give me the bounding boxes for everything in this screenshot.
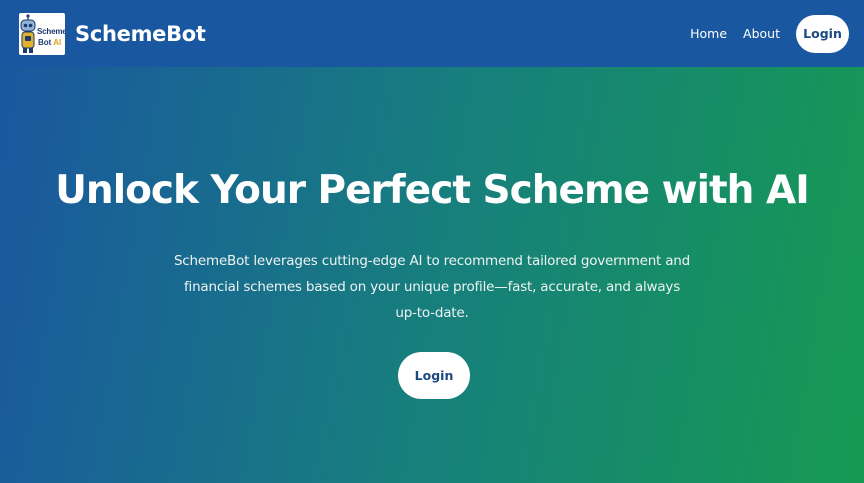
nav-menu: Home About Login <box>690 14 849 53</box>
nav-login-button[interactable]: Login <box>796 14 849 53</box>
navbar: Scheme Bot AI SchemeBot Home About Login <box>0 0 864 67</box>
hero-description: SchemeBot leverages cutting-edge AI to r… <box>173 253 691 321</box>
brand-name[interactable]: SchemeBot <box>75 22 206 46</box>
hero-section: Unlock Your Perfect Scheme with AI Schem… <box>0 67 864 483</box>
hero-title: Unlock Your Perfect Scheme with AI <box>55 168 809 213</box>
logo-text-scheme: Scheme <box>37 26 65 36</box>
nav-link-home[interactable]: Home <box>690 26 727 41</box>
logo-text-bot: Bot AI <box>38 38 61 47</box>
hero-login-button[interactable]: Login <box>398 352 470 399</box>
nav-link-about[interactable]: About <box>743 26 780 41</box>
logo-text-bot-word: Bot <box>38 37 52 47</box>
brand[interactable]: Scheme Bot AI SchemeBot <box>19 12 206 55</box>
logo: Scheme Bot AI <box>19 12 65 55</box>
logo-text-ai: AI <box>53 37 62 47</box>
